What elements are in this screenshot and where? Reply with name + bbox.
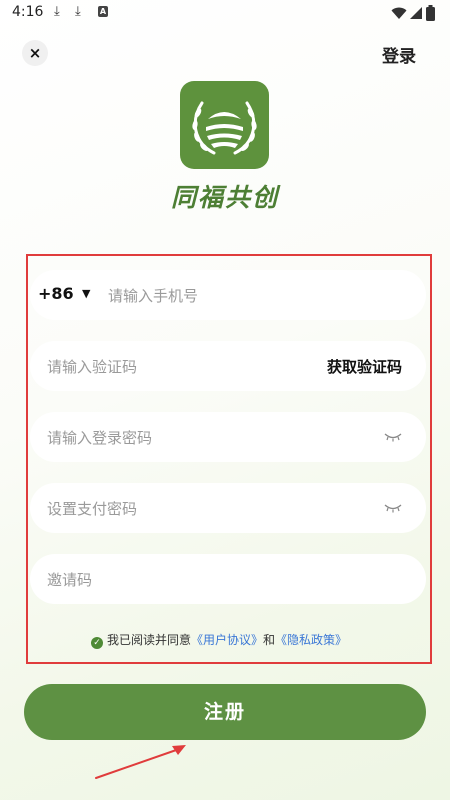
invite-code-input[interactable]: 邀请码 <box>47 569 92 590</box>
close-icon: × <box>28 44 42 62</box>
eye-closed-icon[interactable] <box>384 432 402 442</box>
register-button[interactable]: 注册 <box>24 684 426 740</box>
eye-closed-icon[interactable] <box>384 503 402 513</box>
status-time: 4:16 <box>12 4 44 20</box>
check-circle-icon[interactable]: ✓ <box>91 637 103 649</box>
close-button[interactable]: × <box>22 40 48 66</box>
wheat-wreath-icon <box>192 101 257 155</box>
verify-code-field[interactable]: 请输入验证码 获取验证码 <box>30 341 426 391</box>
signal-icon <box>410 7 422 19</box>
download-icon: ⤓ <box>75 4 81 19</box>
privacy-policy-link[interactable]: 《隐私政策》 <box>275 633 347 647</box>
verify-code-input[interactable]: 请输入验证码 <box>47 356 137 377</box>
phone-field[interactable]: +86 ▼ 请输入手机号 <box>30 270 426 320</box>
status-bar: 4:16 ⤓ ⤓ A <box>0 0 450 26</box>
invite-code-field[interactable]: 邀请码 <box>30 554 426 604</box>
a-app-icon: A <box>98 6 108 17</box>
download-icon: ⤓ <box>54 4 60 19</box>
caret-down-icon[interactable]: ▼ <box>82 287 90 300</box>
user-agreement-link[interactable]: 《用户协议》 <box>191 633 263 647</box>
wifi-icon <box>391 7 407 19</box>
country-code[interactable]: +86 <box>38 284 74 303</box>
agreement-and: 和 <box>263 633 276 647</box>
pay-password-field[interactable]: 设置支付密码 <box>30 483 426 533</box>
agreement-row: ✓ 我已阅读并同意《用户协议》和《隐私政策》 <box>91 631 347 649</box>
login-password-field[interactable]: 请输入登录密码 <box>30 412 426 462</box>
login-link[interactable]: 登录 <box>382 42 416 67</box>
pay-password-input[interactable]: 设置支付密码 <box>47 498 137 519</box>
annotation-arrow-icon <box>95 745 186 779</box>
phone-input[interactable]: 请输入手机号 <box>108 285 198 306</box>
login-password-input[interactable]: 请输入登录密码 <box>47 427 152 448</box>
app-logo <box>180 81 269 169</box>
get-code-button[interactable]: 获取验证码 <box>327 356 402 377</box>
app-name: 同福共创 <box>170 183 279 212</box>
agreement-text: 我已阅读并同意 <box>107 633 192 647</box>
battery-icon <box>426 5 435 21</box>
